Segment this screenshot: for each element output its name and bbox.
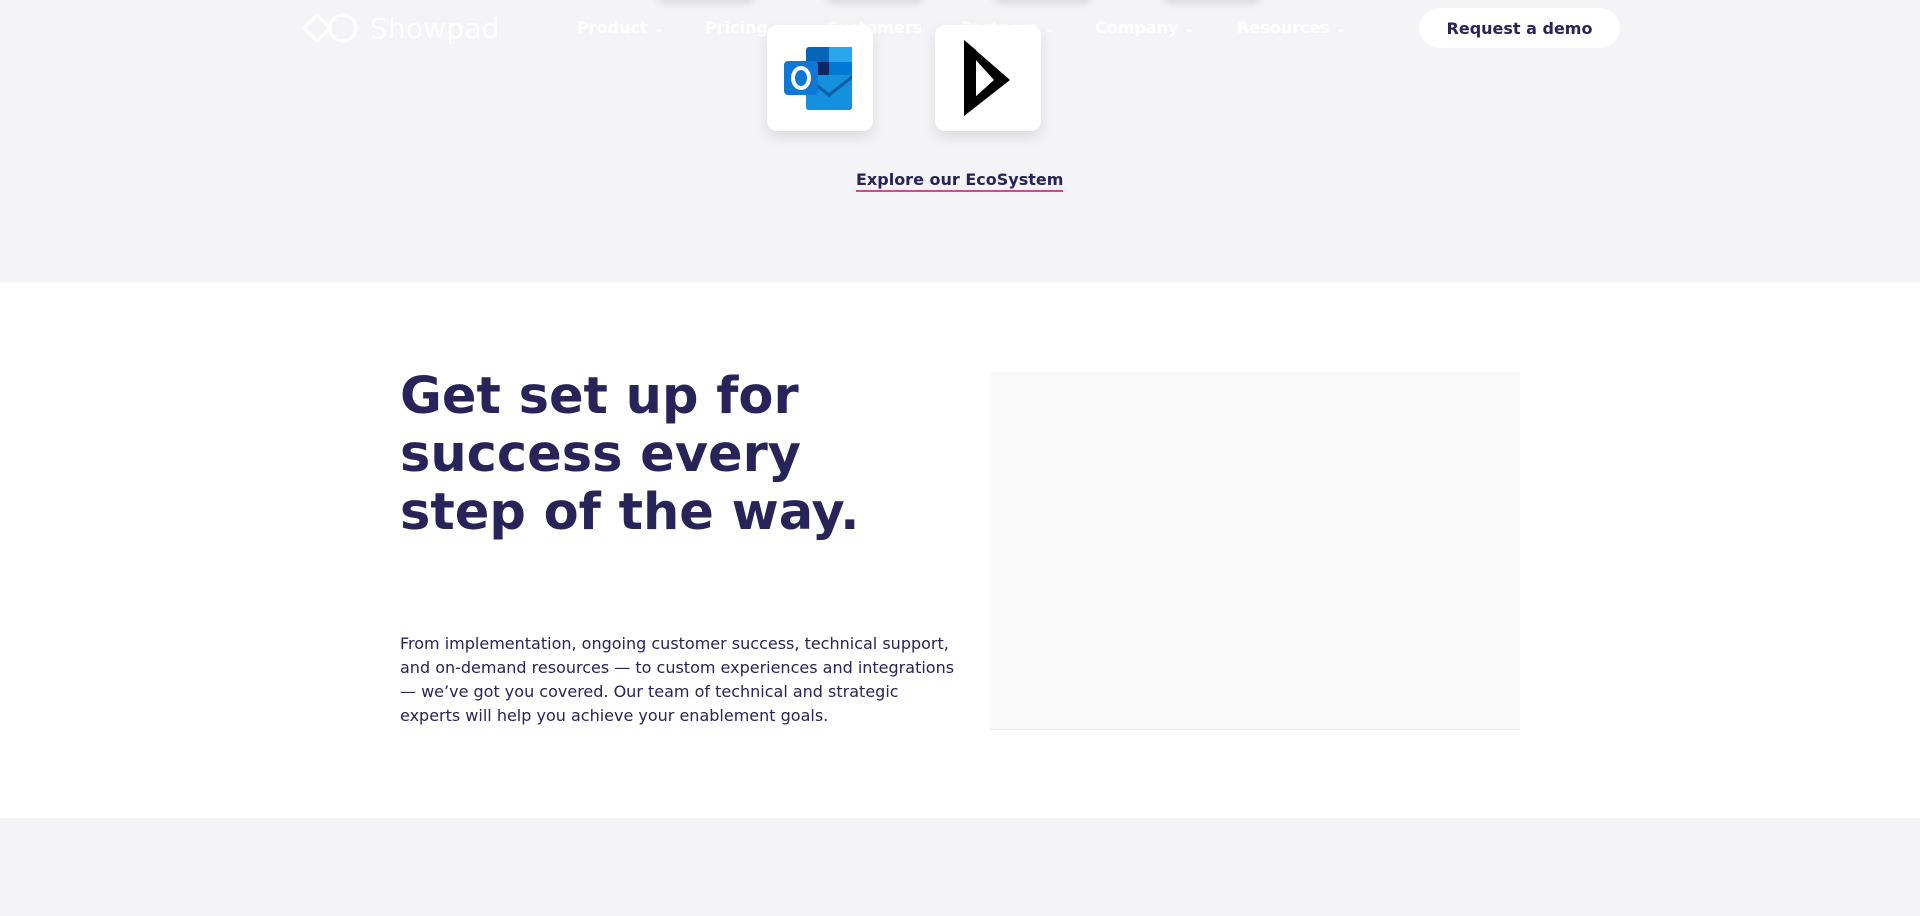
showpad-logo-icon bbox=[302, 13, 358, 43]
explore-ecosystem-link[interactable]: Explore our EcoSystem bbox=[856, 170, 1064, 192]
section-headline: Get set up for success every step of the… bbox=[400, 367, 860, 542]
showpad-logo[interactable]: Showpad bbox=[300, 10, 500, 46]
section-body-text: From implementation, ongoing customer su… bbox=[400, 634, 955, 725]
request-demo-button[interactable]: Request a demo bbox=[1419, 8, 1620, 48]
nav-item-label: Pricing bbox=[705, 18, 768, 37]
nav-item-pricing[interactable]: Pricing bbox=[705, 18, 768, 37]
media-placeholder bbox=[990, 372, 1520, 730]
chevron-down-icon: ⌄ bbox=[653, 20, 664, 35]
nav-item-label: Company bbox=[1095, 18, 1179, 37]
nav-item-label: Product bbox=[577, 18, 648, 37]
logo-wordmark: Showpad bbox=[370, 11, 500, 45]
outlook-icon bbox=[784, 47, 852, 110]
success-section-background bbox=[0, 282, 1920, 818]
nav-item-company[interactable]: Company ⌄ bbox=[1095, 18, 1195, 37]
chevron-down-icon: ⌄ bbox=[1335, 20, 1346, 35]
outlook-tile[interactable] bbox=[767, 25, 873, 131]
dynamics-tile[interactable] bbox=[935, 25, 1041, 131]
chevron-down-icon: ⌄ bbox=[1184, 20, 1195, 35]
next-section-background bbox=[0, 818, 1920, 916]
dynamics-icon bbox=[964, 40, 1010, 116]
nav-item-product[interactable]: Product ⌄ bbox=[577, 18, 664, 37]
nav-item-label: Resources bbox=[1237, 18, 1330, 37]
nav-item-resources[interactable]: Resources ⌄ bbox=[1237, 18, 1346, 37]
chevron-down-icon: ⌄ bbox=[1044, 20, 1055, 35]
